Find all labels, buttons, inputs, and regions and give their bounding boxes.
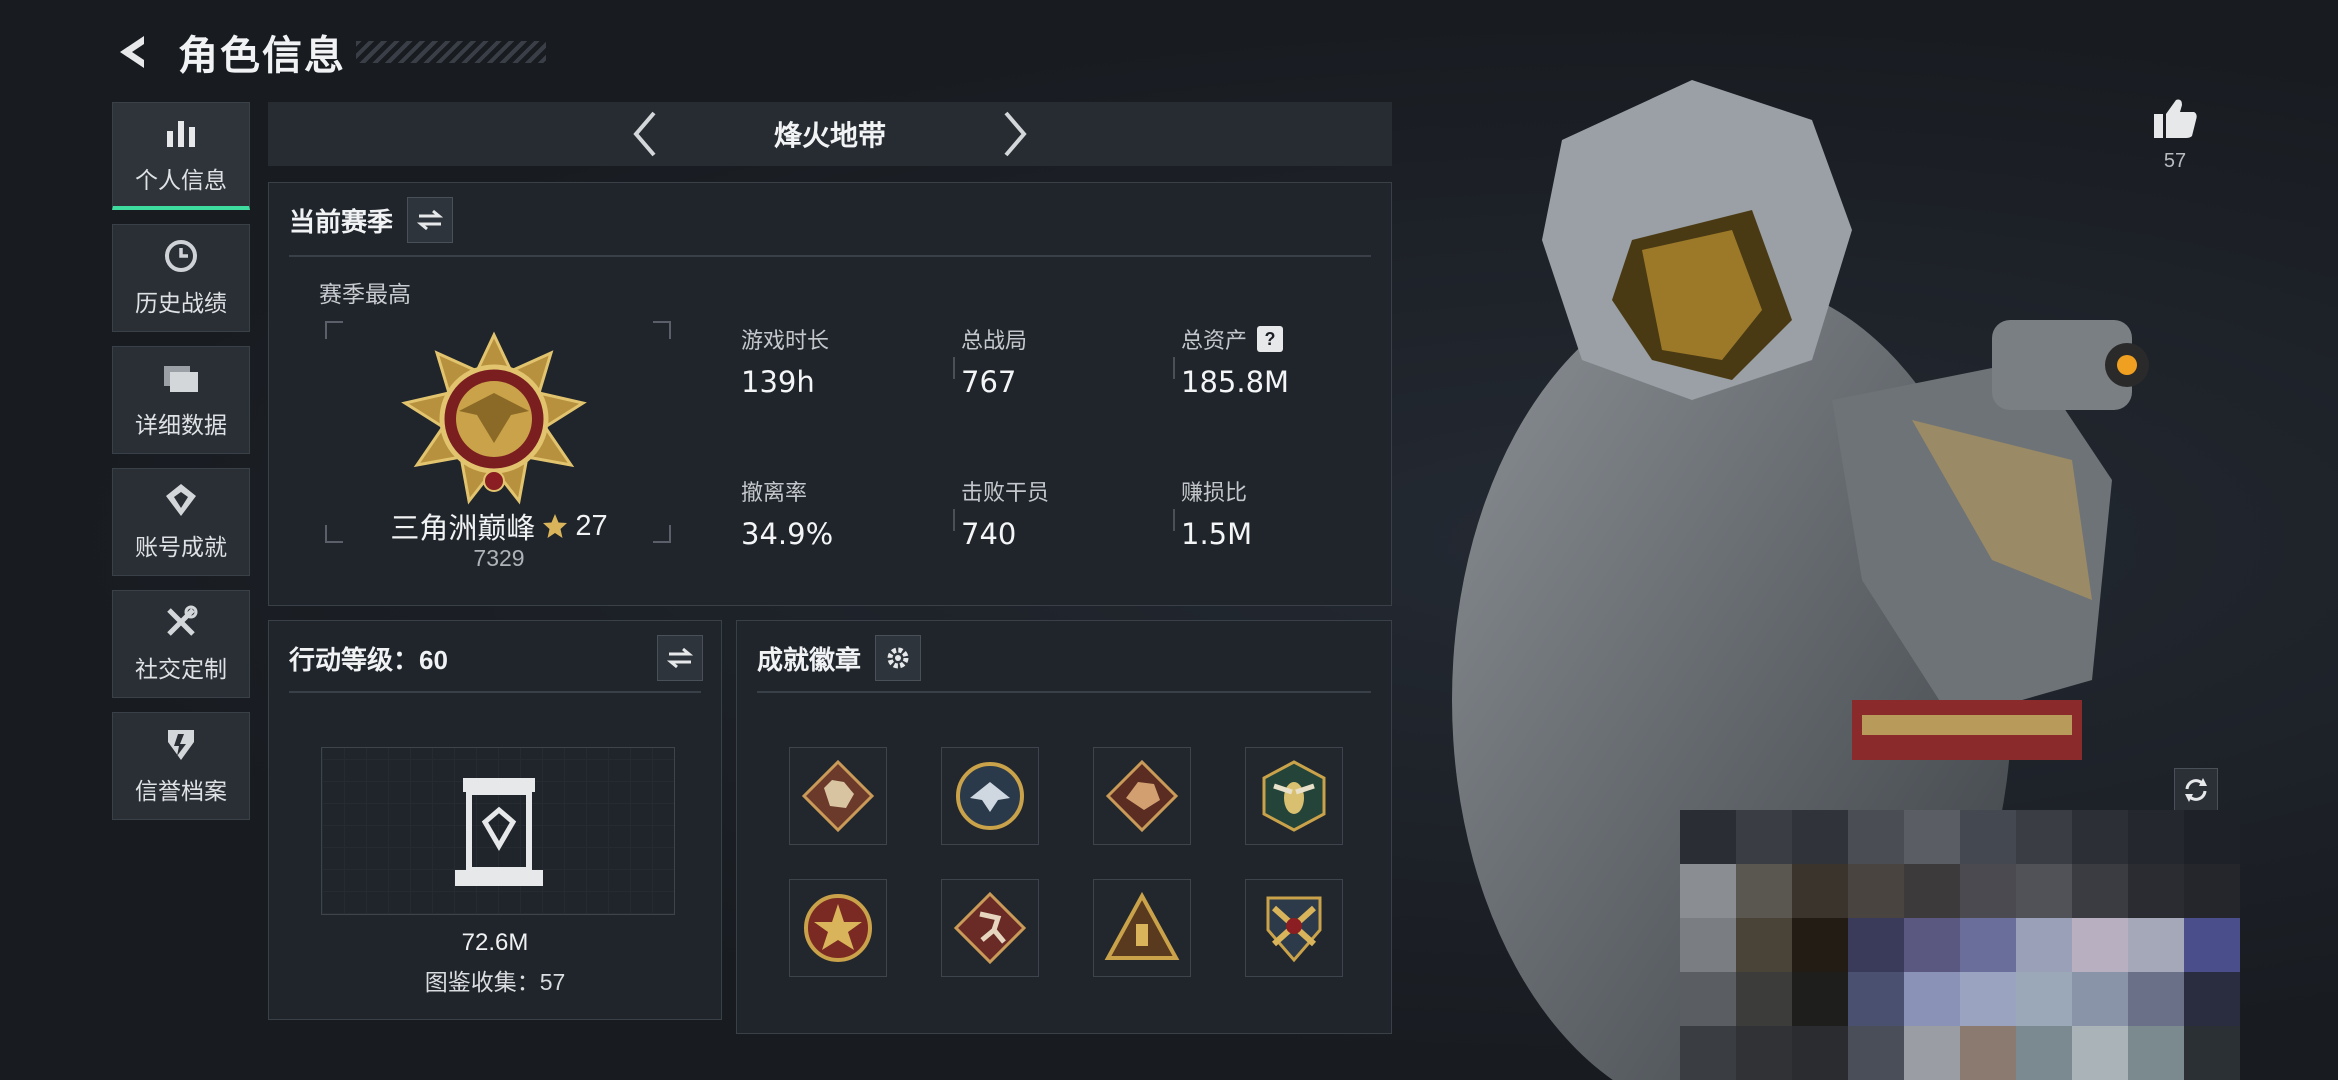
rotate-icon: [2185, 778, 2207, 802]
sidebar-item-reputation[interactable]: 信誉档案: [112, 712, 250, 820]
rank-stars: 27: [575, 509, 608, 542]
back-button[interactable]: [110, 28, 158, 76]
hornet-badge-icon: [1262, 760, 1326, 832]
rank-name-row: 三角洲巅峰 27: [329, 505, 669, 547]
badge-slot-2[interactable]: [941, 747, 1039, 845]
wolf-badge-icon: [801, 759, 875, 833]
stat-label: 总资产: [1181, 328, 1248, 353]
badge-slot-8[interactable]: [1245, 879, 1343, 977]
stat-playtime: 游戏时长 139h: [741, 323, 829, 399]
stat-value: 767: [961, 365, 1017, 399]
rotate-model-button[interactable]: [2174, 768, 2218, 812]
clock-icon: [161, 238, 201, 274]
sidebar-item-personal-info[interactable]: 个人信息: [112, 102, 250, 210]
back-arrow-icon: [120, 36, 144, 68]
season-best-label: 赛季最高: [319, 281, 411, 307]
stat-label: 游戏时长: [741, 328, 830, 353]
tools-icon: [161, 604, 201, 640]
rank-medal-icon: [401, 331, 587, 505]
badge-slot-4[interactable]: [1245, 747, 1343, 845]
sidebar-item-history[interactable]: 历史战绩: [112, 224, 250, 332]
badge-slot-3[interactable]: [1093, 747, 1191, 845]
stat-profit-ratio: 赚损比 1.5M: [1181, 475, 1252, 551]
season-title: 当前赛季: [289, 206, 394, 237]
stat-total-matches: 总战局 767: [961, 323, 1027, 399]
sidebar-item-label: 账号成就: [135, 534, 227, 560]
sidebar-item-label: 详细数据: [135, 412, 227, 438]
switch-season-button[interactable]: [407, 197, 454, 243]
triangle-badge-icon: [1104, 891, 1180, 960]
divider: [289, 255, 1371, 257]
crossed-guns-badge-icon: [1266, 896, 1322, 963]
badge-slot-1[interactable]: [789, 747, 887, 845]
collection-value: 72.6M: [461, 929, 529, 956]
folder-icon: [161, 360, 201, 396]
stat-value: 740: [961, 517, 1017, 551]
badge-panel: 成就徽章: [736, 620, 1392, 1034]
display-case-icon: [455, 778, 543, 886]
stat-value: 185.8M: [1181, 365, 1290, 399]
stat-label-row: 总资产 ?: [1181, 323, 1289, 355]
next-map-button[interactable]: [985, 104, 1045, 164]
stat-value: 139h: [741, 365, 815, 399]
sidebar-item-achievements[interactable]: 账号成就: [112, 468, 250, 576]
page-title: 角色信息: [178, 34, 346, 78]
thumbs-up-icon[interactable]: [2152, 96, 2198, 140]
stat-label: 击败干员: [961, 480, 1050, 505]
sidebar-item-social[interactable]: 社交定制: [112, 590, 250, 698]
divider: [289, 691, 701, 693]
badge-slot-6[interactable]: [941, 879, 1039, 977]
star-icon: [543, 514, 568, 538]
switch-level-button[interactable]: [657, 635, 703, 681]
sidebar-item-label: 信誉档案: [135, 778, 227, 804]
sidebar-item-details[interactable]: 详细数据: [112, 346, 250, 454]
page-header: 角色信息: [110, 20, 546, 84]
swap-icon: [667, 647, 693, 669]
like-count: 57: [2163, 150, 2187, 172]
dragon-badge-icon: [1105, 759, 1179, 833]
sidebar-item-label: 个人信息: [135, 166, 227, 193]
chevron-left-icon: [633, 111, 656, 157]
gear-icon: [887, 647, 909, 669]
sidebar-nav: 个人信息 历史战绩 详细数据 账号成就 社交定制 信誉档案: [112, 102, 250, 834]
stat-label: 总战局: [961, 328, 1028, 353]
chevron-right-icon: [1004, 111, 1027, 157]
badge-slot-5[interactable]: [789, 879, 887, 977]
stat-operators-defeated: 击败干员 740: [961, 475, 1049, 551]
achievement-icon: [161, 482, 201, 518]
rank-score: 7329: [473, 545, 525, 571]
stat-label: 撤离率: [741, 480, 808, 505]
map-name: 烽火地带: [773, 120, 886, 151]
stat-total-assets: 总资产 ? 185.8M: [1181, 323, 1289, 399]
pixelated-overlay: [1680, 810, 2240, 1080]
stat-value: 34.9%: [741, 517, 834, 551]
like-widget: 57: [2152, 96, 2198, 173]
prev-map-button[interactable]: [615, 104, 675, 164]
star-badge-icon: [804, 894, 872, 962]
collection-count: 图鉴收集：57: [424, 969, 566, 995]
level-title: 行动等级：60: [289, 644, 448, 675]
badge-slot-7[interactable]: [1093, 879, 1191, 977]
level-panel: 行动等级：60 72.6M 图鉴收集：57: [268, 620, 722, 1020]
swap-icon: [417, 209, 444, 231]
eagle-badge-icon: [956, 762, 1024, 830]
bar-chart-icon: [161, 115, 201, 151]
badge-settings-button[interactable]: [875, 635, 922, 681]
stat-extraction-rate: 撤离率 34.9%: [741, 475, 833, 551]
season-panel: 当前赛季 赛季最高 三角洲巅峰 27 7329 游戏时长 139h 总战局 76…: [268, 182, 1392, 606]
badge-title: 成就徽章: [757, 644, 862, 675]
runner-badge-icon: [953, 891, 1027, 965]
stat-value: 1.5M: [1181, 517, 1253, 551]
collection-display[interactable]: [321, 747, 675, 915]
sidebar-item-label: 历史战绩: [135, 290, 227, 316]
stat-label: 赚损比: [1181, 480, 1248, 505]
sidebar-item-label: 社交定制: [135, 656, 227, 682]
help-icon[interactable]: ?: [1257, 326, 1284, 352]
map-selector: 烽火地带: [268, 102, 1392, 166]
shield-icon: [161, 726, 201, 762]
divider: [757, 691, 1371, 693]
title-decoration: [356, 41, 546, 63]
rank-name: 三角洲巅峰: [390, 513, 536, 545]
